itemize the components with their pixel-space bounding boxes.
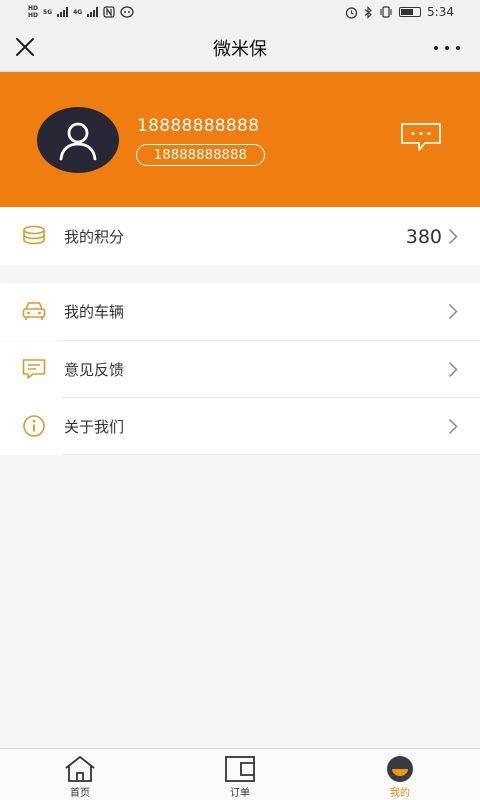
car-icon: [22, 302, 46, 320]
network-label-4g: 4G: [73, 8, 83, 16]
signal-icon: [57, 7, 69, 17]
alarm-icon: [345, 6, 358, 19]
avatar[interactable]: [37, 107, 119, 173]
user-face-icon: [387, 756, 413, 782]
signal-icon-2: [87, 7, 99, 17]
orders-icon: [225, 756, 255, 782]
feedback-icon: [22, 359, 46, 379]
status-left: HD HD 5G 4G: [28, 5, 134, 19]
tab-mine[interactable]: 我的: [360, 749, 440, 800]
tab-orders[interactable]: 订单: [200, 749, 280, 800]
message-icon[interactable]: [399, 121, 443, 153]
coins-icon: [23, 225, 45, 245]
tab-label: 首页: [70, 788, 90, 799]
user-phone: 18888888888: [137, 116, 260, 136]
user-icon: [59, 122, 97, 161]
nav-bar: 微米保: [0, 24, 480, 72]
chevron-right-icon: [448, 418, 458, 435]
user-phone-badge: 18888888888: [136, 144, 265, 166]
battery-icon: [399, 7, 422, 17]
hd-label-2: HD: [28, 12, 39, 19]
tab-bar: 首页 订单 我的: [0, 748, 480, 800]
points-value: 380: [405, 225, 442, 248]
chevron-right-icon: [448, 361, 458, 378]
status-bar: HD HD 5G 4G 5:34: [0, 0, 480, 24]
tab-label: 我的: [390, 788, 410, 799]
status-time: 5:34: [427, 5, 454, 19]
divider: [62, 454, 480, 455]
more-icon[interactable]: [434, 38, 460, 58]
menu-item-about[interactable]: 关于我们: [0, 398, 480, 455]
profile-header: 18888888888 18888888888: [0, 72, 480, 207]
network-5g: 5G: [43, 9, 52, 16]
tab-label: 订单: [230, 788, 250, 799]
network-label-5g: 5G: [43, 8, 53, 16]
status-right: 5:34: [345, 5, 454, 19]
hd-indicators: HD HD: [28, 5, 38, 19]
points-row[interactable]: 我的积分 380: [0, 208, 480, 265]
menu-item-vehicles[interactable]: 我的车辆: [0, 283, 480, 340]
points-label: 我的积分: [64, 228, 125, 246]
menu-item-label: 关于我们: [64, 418, 125, 436]
page-title: 微米保: [213, 38, 267, 60]
bluetooth-icon: [364, 5, 372, 19]
chevron-right-icon: [448, 228, 458, 245]
hd-label-1: HD: [28, 5, 39, 12]
wechat-status-icon: [120, 6, 134, 18]
menu-item-label: 意见反馈: [64, 361, 125, 379]
nfc-icon: [103, 6, 115, 18]
vibrate-icon: [380, 6, 392, 18]
network-4g: 4G: [73, 9, 82, 16]
menu-item-label: 我的车辆: [64, 303, 125, 321]
info-icon: [23, 415, 45, 437]
menu-item-feedback[interactable]: 意见反馈: [0, 341, 480, 398]
tab-home[interactable]: 首页: [40, 749, 120, 800]
close-icon[interactable]: [14, 36, 36, 58]
home-icon: [65, 756, 95, 782]
chevron-right-icon: [448, 303, 458, 320]
